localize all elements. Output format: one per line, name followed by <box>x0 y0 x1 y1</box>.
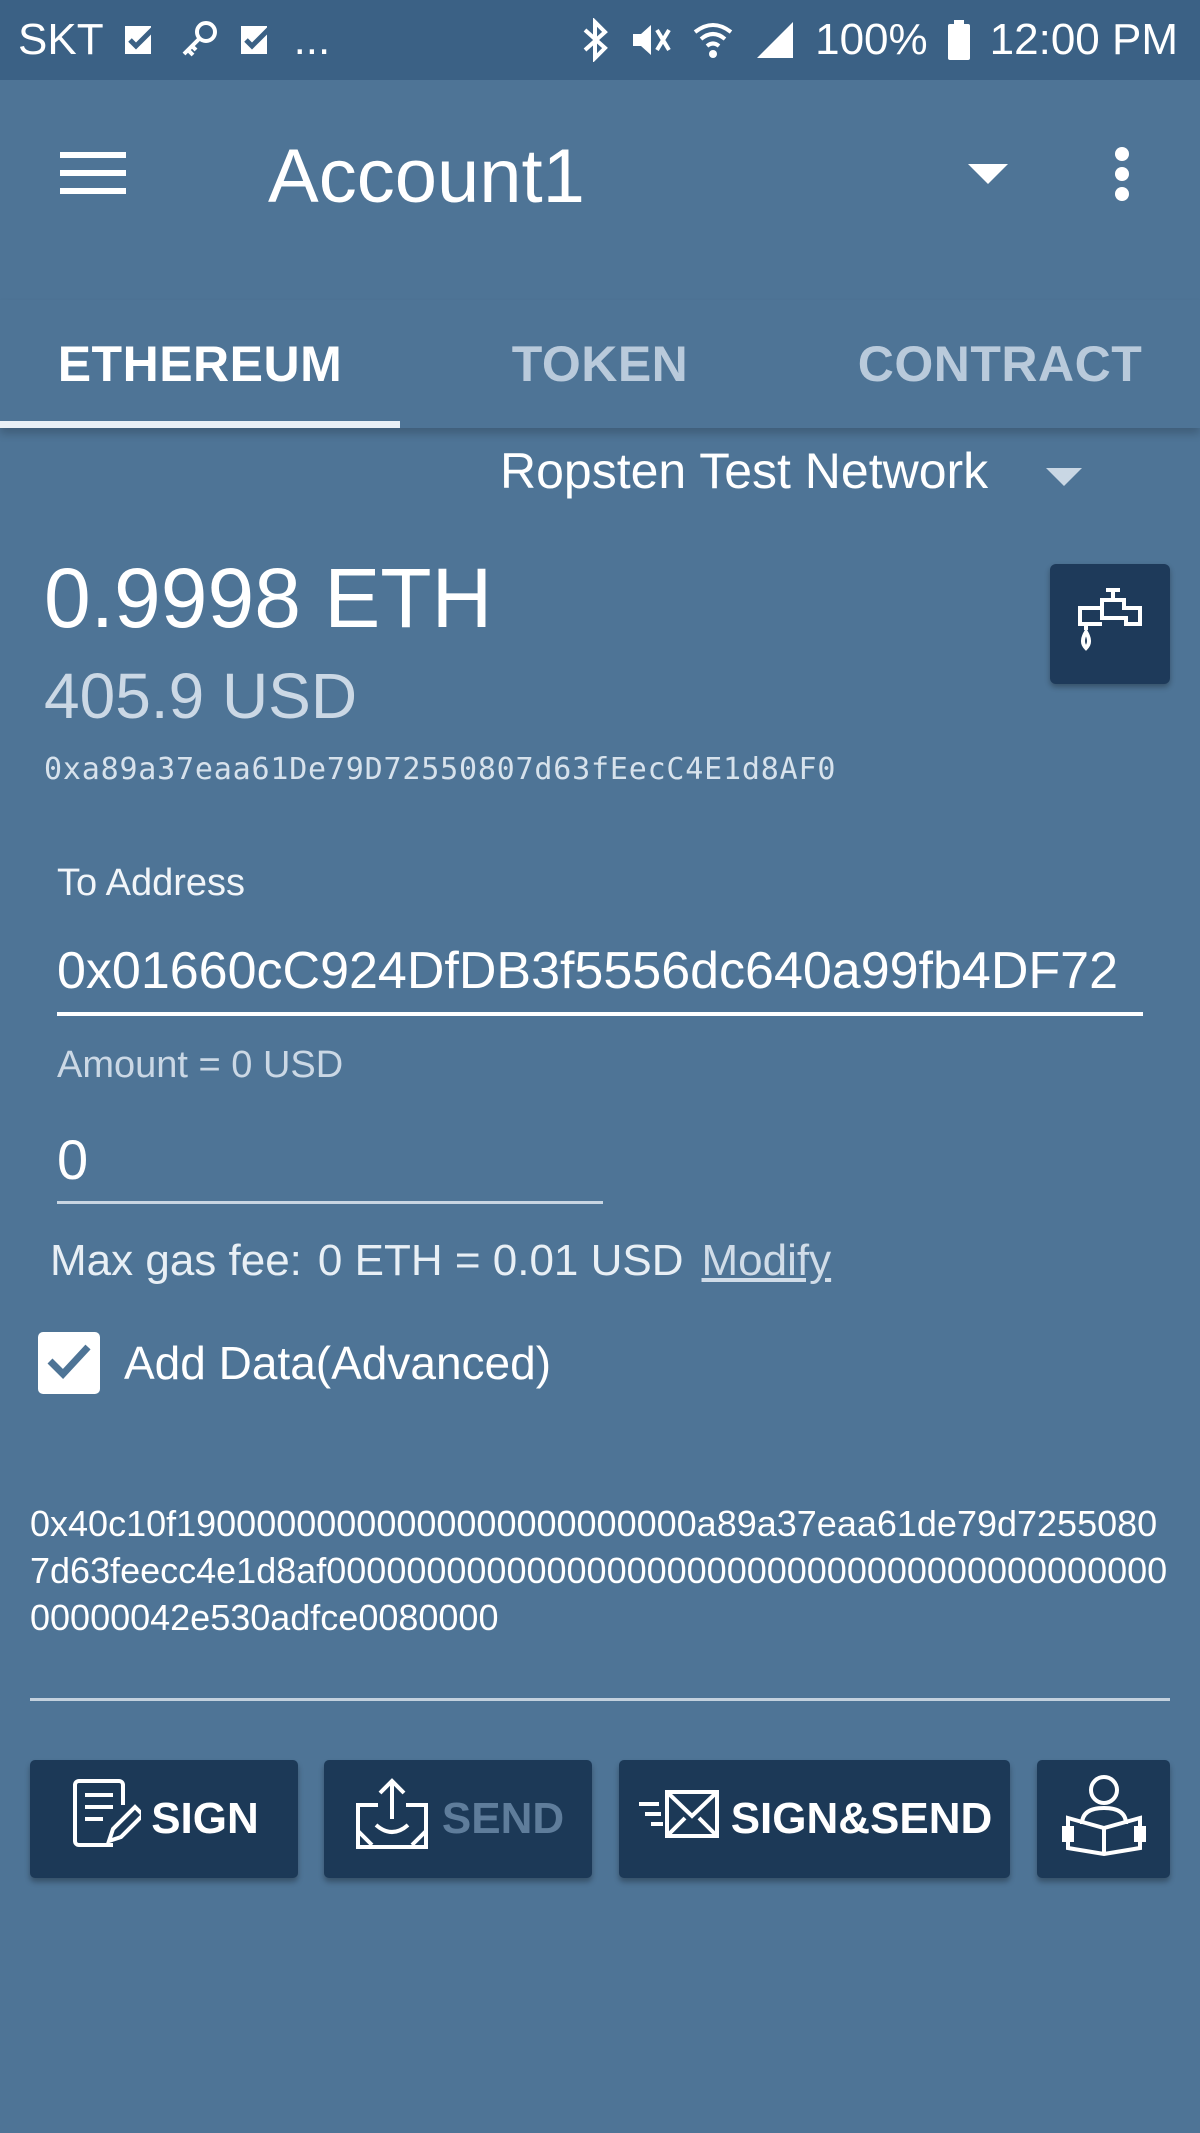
status-left: SKT ... <box>18 15 330 65</box>
more-notifications-indicator: ... <box>293 15 331 64</box>
notification-check-icon-2 <box>238 21 276 59</box>
sign-and-send-label: SIGN&SEND <box>730 1794 993 1843</box>
send-icon <box>352 1775 432 1864</box>
envelope-icon <box>637 1784 721 1855</box>
gas-fee-value: 0 ETH = 0.01 USD <box>317 1236 684 1285</box>
bluetooth-icon <box>581 18 611 62</box>
wifi-icon <box>691 18 735 62</box>
notification-check-icon <box>122 21 160 59</box>
data-field[interactable]: 0x40c10f19000000000000000000000000a89a37… <box>30 1500 1170 1641</box>
battery-icon <box>946 18 972 62</box>
network-label: Ropsten Test Network <box>500 443 989 499</box>
network-selector[interactable]: Ropsten Test Network <box>500 440 1083 502</box>
mute-icon <box>629 18 673 62</box>
status-bar: SKT ... 100% 12:00 PM <box>0 0 1200 80</box>
reader-book-icon <box>1061 1772 1146 1867</box>
battery-percent: 100% <box>815 15 928 64</box>
send-button[interactable]: SEND <box>324 1760 592 1878</box>
add-data-row[interactable]: Add Data(Advanced) <box>38 1332 551 1394</box>
sign-button[interactable]: SIGN <box>30 1760 298 1878</box>
faucet-icon <box>1072 582 1148 667</box>
sign-button-label: SIGN <box>151 1794 259 1843</box>
check-icon <box>46 1341 92 1386</box>
amount-label: Amount = 0 USD <box>57 1044 344 1086</box>
to-address-input[interactable] <box>57 930 1143 1016</box>
sign-and-send-button[interactable]: SIGN&SEND <box>619 1760 1010 1878</box>
key-icon <box>178 19 220 61</box>
account-title[interactable]: Account1 <box>268 132 585 222</box>
data-field-underline <box>30 1698 1170 1701</box>
gas-fee-row: Max gas fee: 0 ETH = 0.01 USD Modify <box>50 1236 831 1286</box>
menu-icon[interactable] <box>60 150 126 201</box>
account-address[interactable]: 0xa89a37eaa61De79D72550807d63fEecC4E1d8A… <box>44 752 836 787</box>
usd-balance: 405.9 USD <box>44 660 358 732</box>
send-button-label: SEND <box>441 1794 565 1843</box>
modify-gas-link[interactable]: Modify <box>702 1236 832 1286</box>
more-options-icon[interactable] <box>1112 146 1132 207</box>
sign-icon <box>69 1775 147 1864</box>
to-address-label: To Address <box>57 862 245 904</box>
eth-balance: 0.9998 ETH <box>44 551 493 645</box>
app-bar <box>0 80 1200 270</box>
carrier-label: SKT <box>18 15 104 64</box>
tab-ethereum[interactable]: ETHEREUM <box>0 300 400 428</box>
tab-contract[interactable]: CONTRACT <box>800 300 1200 428</box>
clock: 12:00 PM <box>989 15 1178 64</box>
add-data-label: Add Data(Advanced) <box>124 1337 552 1389</box>
amount-input[interactable] <box>57 1118 603 1204</box>
faucet-button[interactable] <box>1050 564 1170 684</box>
guide-button[interactable] <box>1037 1760 1170 1878</box>
status-right: 100% 12:00 PM <box>581 15 1178 65</box>
gas-fee-label: Max gas fee: <box>50 1236 302 1285</box>
account-dropdown-icon[interactable] <box>968 164 1008 191</box>
network-dropdown-icon <box>1046 442 1083 500</box>
signal-icon <box>753 18 797 62</box>
tab-bar: ETHEREUM TOKEN CONTRACT <box>0 300 1200 428</box>
tab-token[interactable]: TOKEN <box>400 300 800 428</box>
add-data-checkbox[interactable] <box>38 1332 100 1394</box>
